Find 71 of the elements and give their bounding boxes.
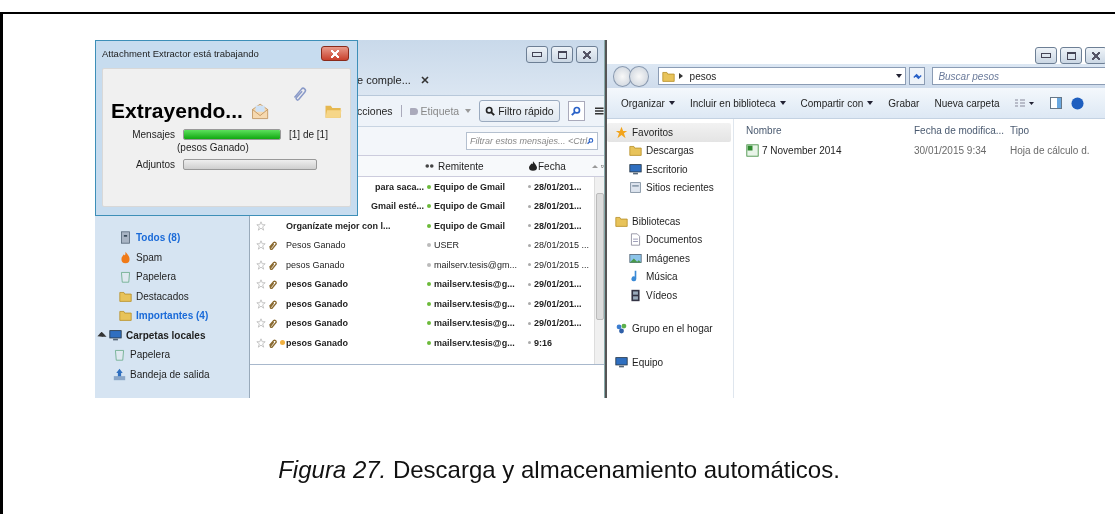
column-header[interactable]: Nombre xyxy=(734,124,910,136)
file-type: Hoja de cálculo d. xyxy=(1009,144,1090,156)
nav-item[interactable]: Música xyxy=(607,267,731,286)
filter-field[interactable]: Filtrar estos mensajes... <Ctrl xyxy=(466,132,598,150)
toolbar-button[interactable]: Incluir en biblioteca xyxy=(689,97,786,109)
message-subject[interactable]: pesos Ganado xyxy=(286,318,348,329)
quick-filter-button[interactable]: Filtro rápido xyxy=(479,100,560,122)
message-subject[interactable]: Gmail esté... xyxy=(370,201,424,212)
message-date: 29/01/2015 ... xyxy=(534,259,591,270)
message-date: 28/01/201... xyxy=(534,220,583,231)
nav-item[interactable]: Descargas xyxy=(607,141,731,160)
progress-count: [1] de [1] xyxy=(289,129,328,140)
message-sender: USER xyxy=(434,240,460,251)
message-subject[interactable]: pesos Ganado xyxy=(286,337,348,348)
toolbar-button[interactable]: Compartir con xyxy=(800,97,874,109)
message-date: 29/01/201... xyxy=(534,298,583,309)
folder-item[interactable]: Carpetas locales xyxy=(126,329,206,341)
message-sender: mailserv.tesis@g... xyxy=(434,298,516,309)
message-date: 28/01/2015 ... xyxy=(534,240,591,251)
nav-item[interactable]: Imágenes xyxy=(607,249,731,268)
progress-label: Mensajes xyxy=(131,129,175,140)
nav-item[interactable]: Grupo en el hogar xyxy=(607,319,731,338)
file-date: 30/01/2015 9:34 xyxy=(913,144,988,156)
folder-item[interactable]: Papelera xyxy=(130,349,171,361)
folder-item[interactable]: Bandeja de salida xyxy=(130,368,210,380)
search-field[interactable]: Buscar pesos xyxy=(932,67,1105,85)
toolbar-button[interactable]: Nueva carpeta xyxy=(934,97,1000,109)
mail-tab[interactable]: e comple... xyxy=(357,74,411,86)
column-header[interactable]: Fecha de modifica... xyxy=(910,124,1006,136)
nav-item[interactable]: Sitios recientes xyxy=(607,178,731,197)
message-date: 28/01/201... xyxy=(534,181,583,192)
folder-item[interactable]: Importantes (4) xyxy=(136,310,209,322)
nav-item[interactable]: Vídeos xyxy=(607,286,731,305)
message-subject[interactable]: pesos Ganado xyxy=(286,298,348,309)
message-date: 29/01/201... xyxy=(534,279,583,290)
message-subject[interactable]: Pesos Ganado xyxy=(286,240,346,251)
message-subject[interactable]: pesos Ganado xyxy=(286,279,348,290)
dialog-title: Attachment Extractor está trabajando xyxy=(102,48,259,59)
address-bar[interactable]: pesos xyxy=(657,67,906,85)
progress-note: (pesos Ganado) xyxy=(176,142,250,153)
nav-item[interactable]: Bibliotecas xyxy=(607,212,731,231)
message-subject[interactable]: pesos Ganado xyxy=(286,259,345,270)
progress-label: Adjuntos xyxy=(135,159,175,170)
message-date: 29/01/201... xyxy=(534,318,583,329)
message-sender: mailserv.tesis@gm... xyxy=(434,259,518,270)
message-subject[interactable]: Organízate mejor con l... xyxy=(286,220,391,231)
nav-item[interactable]: Equipo xyxy=(607,353,731,372)
dialog-heading: Extrayendo... xyxy=(111,99,243,123)
message-sender: mailserv.tesis@g... xyxy=(434,318,516,329)
toolbar-button[interactable]: Organizar xyxy=(621,97,675,109)
message-sender: mailserv.tesis@g... xyxy=(434,279,516,290)
figure-caption: Figura 27. Descarga y almacenamiento automáticos. xyxy=(277,456,841,484)
folder-item[interactable]: Destacados xyxy=(136,290,189,302)
column-header[interactable]: Fecha xyxy=(538,160,598,172)
message-date: 9:16 xyxy=(534,337,553,348)
nav-item[interactable]: Documentos xyxy=(607,230,731,249)
message-sender: Equipo de Gmail xyxy=(434,201,506,212)
column-header[interactable]: Remitente xyxy=(438,160,528,172)
message-date: 28/01/201... xyxy=(534,201,583,212)
nav-item[interactable]: Favoritos xyxy=(607,123,731,142)
folder-item[interactable]: Papelera xyxy=(136,271,177,283)
message-sender: Equipo de Gmail xyxy=(434,181,506,192)
message-subject[interactable]: para saca... xyxy=(374,181,424,192)
message-sender: Equipo de Gmail xyxy=(434,220,506,231)
folder-item[interactable]: Todos (8) xyxy=(136,232,181,244)
file-name[interactable]: 7 November 2014 xyxy=(762,144,842,156)
nav-item[interactable]: Escritorio xyxy=(607,160,731,179)
message-sender: mailserv.tesis@g... xyxy=(434,337,516,348)
toolbar-button[interactable]: Grabar xyxy=(888,97,920,109)
folder-item[interactable]: Spam xyxy=(136,251,163,263)
column-header[interactable]: Tipo xyxy=(1006,124,1030,136)
